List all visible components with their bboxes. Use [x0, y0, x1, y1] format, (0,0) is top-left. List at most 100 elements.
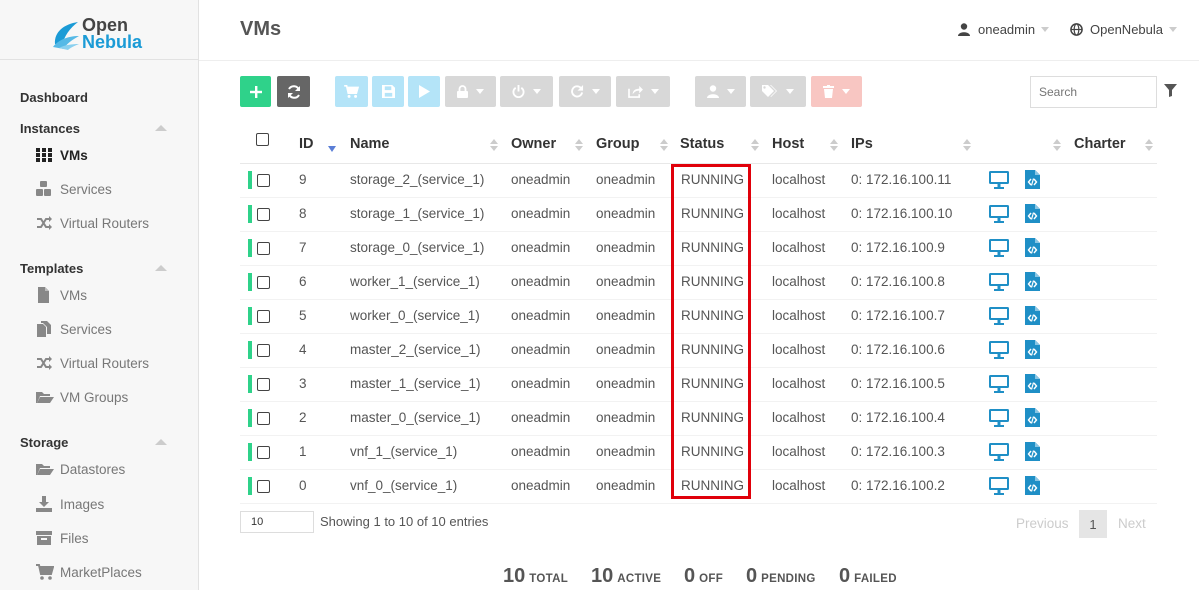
- column-header-host[interactable]: Host: [772, 136, 804, 152]
- nav-dashboard[interactable]: Dashboard: [20, 90, 88, 105]
- entries-info: Showing 1 to 10 of 10 entries: [320, 514, 489, 529]
- column-header-id[interactable]: ID: [299, 136, 314, 152]
- row-checkbox[interactable]: [257, 412, 270, 425]
- row-checkbox[interactable]: [257, 276, 270, 289]
- sort-desc-icon[interactable]: [328, 146, 336, 152]
- summary-label: TOTAL: [529, 573, 569, 585]
- vnc-console-icon[interactable]: [989, 341, 1009, 364]
- vnc-console-icon[interactable]: [989, 477, 1009, 500]
- page-button-current[interactable]: 1: [1079, 510, 1107, 538]
- row-checkbox[interactable]: [257, 344, 270, 357]
- summary-count: 10: [591, 565, 614, 587]
- nav-section-storage[interactable]: Storage: [20, 435, 68, 450]
- file-code-icon[interactable]: [1025, 170, 1040, 194]
- sort-icon[interactable]: [660, 139, 668, 152]
- grid-icon: [36, 147, 52, 163]
- nav-section-templates[interactable]: Templates: [20, 261, 83, 276]
- nav-section-instances[interactable]: Instances: [20, 121, 80, 136]
- vnc-console-icon[interactable]: [989, 409, 1009, 432]
- share-dropdown-button[interactable]: [616, 76, 670, 107]
- vnc-console-icon[interactable]: [989, 273, 1009, 296]
- row-checkbox[interactable]: [257, 480, 270, 493]
- column-header-owner[interactable]: Owner: [511, 136, 556, 152]
- sidebar-item-templates-vms[interactable]: VMs: [36, 285, 87, 305]
- file-code-icon[interactable]: [1025, 374, 1040, 398]
- sidebar-item-templates-virtual-routers[interactable]: Virtual Routers: [36, 353, 149, 373]
- sidebar-item-instances-services[interactable]: Services: [36, 179, 112, 199]
- row-checkbox[interactable]: [257, 242, 270, 255]
- logo[interactable]: Open Nebula: [0, 0, 198, 60]
- create-button[interactable]: [240, 76, 271, 107]
- file-code-icon[interactable]: [1025, 442, 1040, 466]
- save-button[interactable]: [372, 76, 404, 107]
- sidebar: Open Nebula Dashboard Instances VMs Serv…: [0, 0, 199, 590]
- ownership-dropdown-button[interactable]: [695, 76, 746, 107]
- file-code-icon[interactable]: [1025, 204, 1040, 228]
- column-header-charter[interactable]: Charter: [1074, 136, 1126, 152]
- user-menu[interactable]: oneadmin: [958, 22, 1050, 37]
- refresh-button[interactable]: [277, 76, 310, 107]
- play-button[interactable]: [408, 76, 440, 107]
- shopping-cart-icon: [36, 564, 55, 580]
- sidebar-item-storage-datastores[interactable]: Datastores: [36, 459, 125, 479]
- collapse-caret-icon[interactable]: [155, 439, 167, 445]
- sort-icon[interactable]: [490, 139, 498, 152]
- user-icon: [706, 85, 719, 98]
- deploy-button[interactable]: [335, 76, 368, 107]
- delete-dropdown-button[interactable]: [811, 76, 862, 107]
- column-header-status[interactable]: Status: [680, 136, 724, 152]
- lock-dropdown-button[interactable]: [445, 76, 496, 107]
- filter-icon[interactable]: [1164, 84, 1177, 97]
- running-state-indicator: [248, 239, 252, 257]
- row-checkbox[interactable]: [257, 378, 270, 391]
- sidebar-item-instances-vms[interactable]: VMs: [36, 145, 88, 165]
- sort-icon[interactable]: [751, 139, 759, 152]
- collapse-caret-icon[interactable]: [155, 125, 167, 131]
- sidebar-item-storage-marketplaces[interactable]: MarketPlaces: [36, 562, 142, 582]
- sort-icon[interactable]: [1053, 139, 1061, 152]
- cell-host: localhost: [772, 172, 826, 187]
- sidebar-item-instances-virtual-routers[interactable]: Virtual Routers: [36, 213, 149, 233]
- sidebar-item-templates-services[interactable]: Services: [36, 319, 112, 339]
- search-input[interactable]: [1030, 76, 1157, 108]
- previous-page-button[interactable]: Previous: [1016, 516, 1069, 531]
- vnc-console-icon[interactable]: [989, 205, 1009, 228]
- file-code-icon[interactable]: [1025, 340, 1040, 364]
- vnc-console-icon[interactable]: [989, 307, 1009, 330]
- zone-menu[interactable]: OpenNebula: [1070, 22, 1177, 37]
- next-page-button[interactable]: Next: [1118, 516, 1146, 531]
- column-header-group[interactable]: Group: [596, 136, 640, 152]
- row-checkbox[interactable]: [257, 174, 270, 187]
- file-code-icon[interactable]: [1025, 306, 1040, 330]
- sidebar-item-storage-files[interactable]: Files: [36, 528, 89, 548]
- collapse-caret-icon[interactable]: [155, 265, 167, 271]
- vnc-console-icon[interactable]: [989, 443, 1009, 466]
- select-all-checkbox[interactable]: [256, 133, 269, 146]
- file-code-icon[interactable]: [1025, 238, 1040, 262]
- sort-icon[interactable]: [1145, 139, 1153, 152]
- cell-group: oneadmin: [596, 240, 656, 255]
- column-header-name[interactable]: Name: [350, 136, 390, 152]
- power-dropdown-button[interactable]: [500, 76, 553, 107]
- plus-icon: [249, 85, 262, 98]
- vnc-console-icon[interactable]: [989, 239, 1009, 262]
- reboot-dropdown-button[interactable]: [559, 76, 611, 107]
- row-checkbox[interactable]: [257, 208, 270, 221]
- sort-icon[interactable]: [830, 139, 838, 152]
- row-checkbox[interactable]: [257, 310, 270, 323]
- sort-icon[interactable]: [575, 139, 583, 152]
- column-header-ips[interactable]: IPs: [851, 136, 873, 152]
- sidebar-item-templates-vm-groups[interactable]: VM Groups: [36, 387, 128, 407]
- sidebar-item-storage-images[interactable]: Images: [36, 494, 104, 514]
- page-title: VMs: [240, 18, 282, 40]
- page-length-select[interactable]: 10: [240, 511, 314, 533]
- vnc-console-icon[interactable]: [989, 375, 1009, 398]
- sort-icon[interactable]: [963, 139, 971, 152]
- file-code-icon[interactable]: [1025, 476, 1040, 500]
- vnc-console-icon[interactable]: [989, 171, 1009, 194]
- cell-ips: 0: 172.16.100.6: [851, 342, 945, 357]
- file-code-icon[interactable]: [1025, 408, 1040, 432]
- file-code-icon[interactable]: [1025, 272, 1040, 296]
- row-checkbox[interactable]: [257, 446, 270, 459]
- labels-dropdown-button[interactable]: [750, 76, 806, 107]
